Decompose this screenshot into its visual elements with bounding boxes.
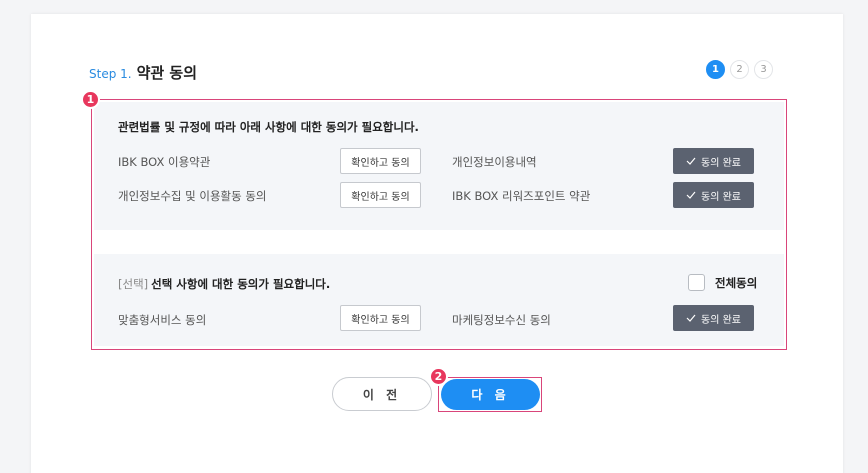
page-title: 약관 동의 — [136, 64, 198, 82]
agree-complete-label: 동의 완료 — [701, 191, 741, 203]
next-button[interactable]: 다 음 — [441, 379, 540, 410]
agree-all-toggle[interactable]: 전체동의 — [688, 274, 757, 291]
agree-complete-label: 동의 완료 — [701, 157, 741, 169]
agree-complete-label: 동의 완료 — [701, 314, 741, 326]
term-label-privacy-usage: 개인정보이용내역 — [452, 155, 537, 169]
term-label-rewards-point: IBK BOX 리워즈포인트 약관 — [452, 189, 591, 203]
check-icon — [686, 191, 696, 199]
optional-terms-box — [94, 254, 784, 346]
step-3: 3 — [754, 60, 773, 79]
prev-button[interactable]: 이 전 — [332, 377, 432, 411]
check-icon — [686, 314, 696, 322]
confirm-agree-button-privacy-collection[interactable]: 확인하고 동의 — [340, 182, 421, 208]
optional-title-text: 선택 사항에 대한 동의가 필요합니다. — [151, 277, 331, 291]
optional-tag: [선택] — [118, 277, 149, 291]
term-label-ibk-box: IBK BOX 이용약관 — [118, 155, 211, 169]
required-terms-title: 관련법률 및 규정에 따라 아래 사항에 대한 동의가 필요합니다. — [118, 120, 419, 134]
step-indicator: 1 2 3 — [706, 60, 773, 79]
annotation-marker-2: 2 — [429, 367, 448, 386]
term-label-marketing: 마케팅정보수신 동의 — [452, 313, 551, 327]
agree-complete-button-marketing[interactable]: 동의 완료 — [673, 305, 754, 331]
step-label: Step 1. — [89, 67, 132, 81]
optional-terms-title: [선택] 선택 사항에 대한 동의가 필요합니다. — [118, 276, 330, 292]
step-2: 2 — [730, 60, 749, 79]
confirm-agree-button-custom-service[interactable]: 확인하고 동의 — [340, 305, 421, 331]
agree-all-checkbox[interactable] — [688, 274, 705, 291]
step-1: 1 — [706, 60, 725, 79]
check-icon — [686, 157, 696, 165]
confirm-agree-button-ibk-box[interactable]: 확인하고 동의 — [340, 148, 421, 174]
term-label-custom-service: 맞춤형서비스 동의 — [118, 313, 207, 327]
agree-complete-button-rewards-point[interactable]: 동의 완료 — [673, 182, 754, 208]
term-label-privacy-collection: 개인정보수집 및 이용활동 동의 — [118, 189, 267, 203]
agree-all-label: 전체동의 — [715, 275, 758, 290]
agree-complete-button-privacy-usage[interactable]: 동의 완료 — [673, 148, 754, 174]
page-header: Step 1. 약관 동의 — [89, 62, 197, 84]
annotation-marker-1: 1 — [81, 90, 100, 109]
